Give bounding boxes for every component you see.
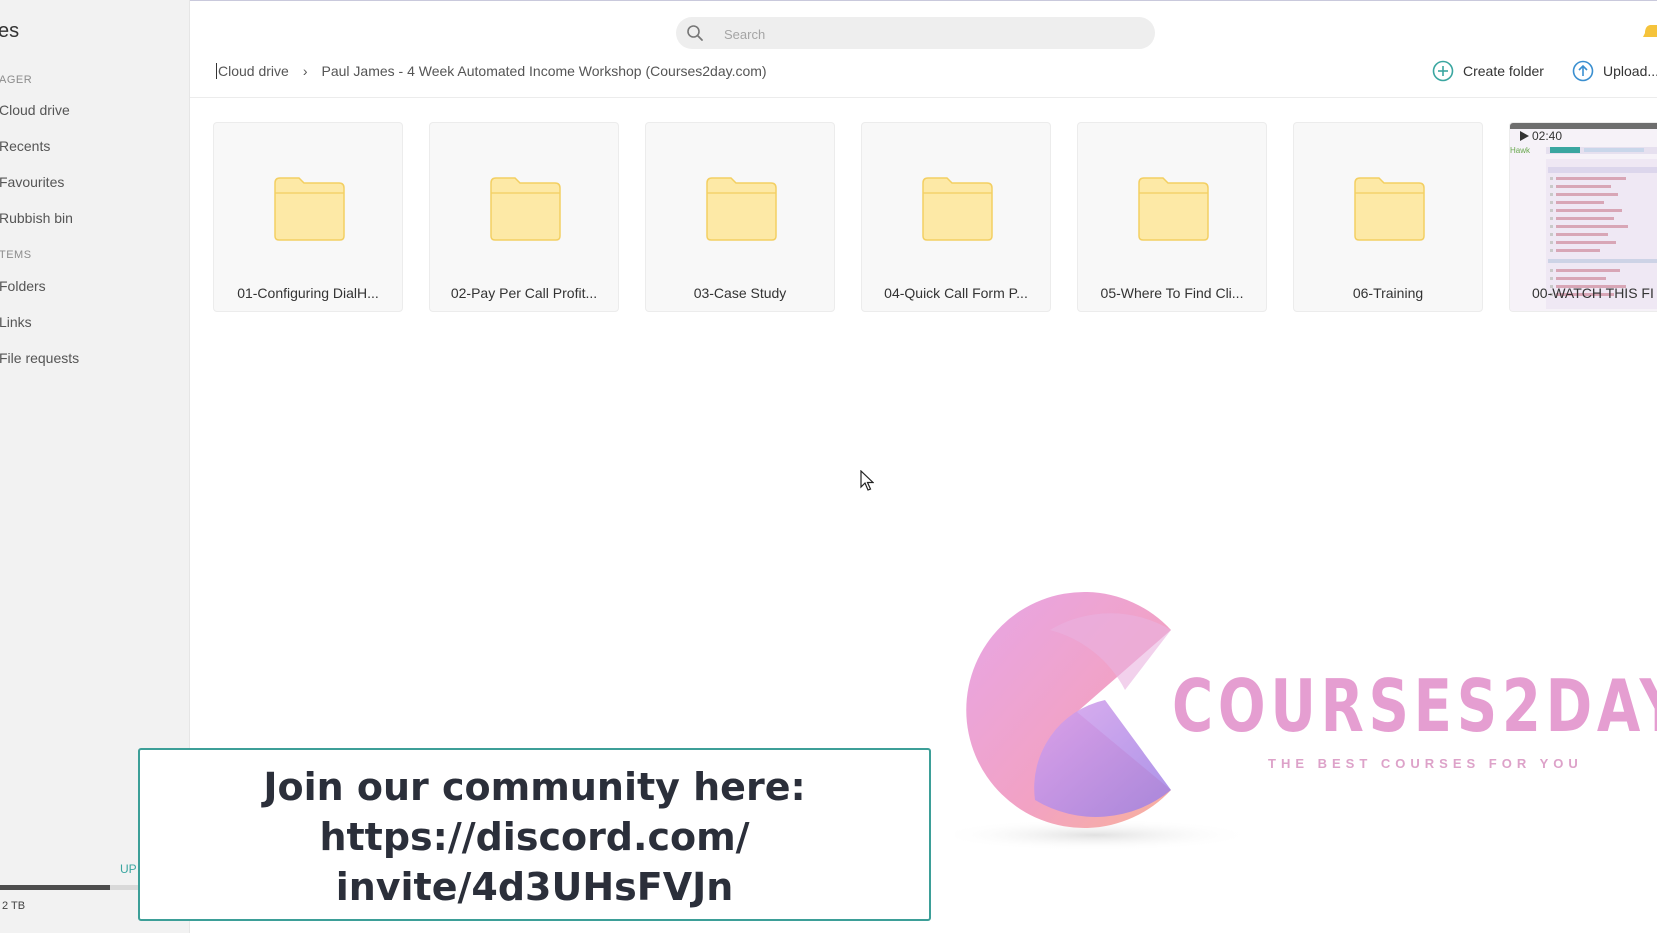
sidebar-section-items: TEMS bbox=[0, 249, 32, 261]
play-icon bbox=[1520, 131, 1529, 141]
sidebar-item-recents[interactable]: Recents bbox=[0, 138, 50, 154]
video-thumbnail: Hawk bbox=[1510, 123, 1657, 311]
banner-line-3: invite/4d3UHsFVJn bbox=[335, 865, 734, 909]
breadcrumb: Cloud drive › Paul James - 4 Week Automa… bbox=[216, 63, 767, 79]
folder-tile[interactable]: 02-Pay Per Call Profit... bbox=[429, 122, 619, 312]
search-input[interactable] bbox=[722, 23, 1126, 45]
breadcrumb-current[interactable]: Paul James - 4 Week Automated Income Wor… bbox=[322, 63, 767, 79]
watermark-tagline: THE BEST COURSES FOR YOU bbox=[1268, 756, 1583, 771]
chevron-right-icon: › bbox=[302, 63, 308, 79]
mouse-cursor-icon bbox=[860, 470, 874, 491]
community-banner: Join our community here: https://discord… bbox=[138, 748, 931, 921]
sidebar-item-favourites[interactable]: Favourites bbox=[0, 174, 64, 190]
folder-name: 05-Where To Find Cli... bbox=[1100, 285, 1244, 301]
sidebar-section-manager: AGER bbox=[0, 74, 33, 86]
sidebar-item-folders[interactable]: Folders bbox=[0, 278, 46, 294]
upgrade-button[interactable]: UP bbox=[120, 862, 137, 876]
notification-bell-icon[interactable] bbox=[1642, 22, 1657, 42]
upload-button[interactable]: Upload... bbox=[1572, 60, 1657, 82]
folder-tile[interactable]: 03-Case Study bbox=[645, 122, 835, 312]
banner-line-2: https://discord.com/ bbox=[319, 815, 750, 859]
search-icon bbox=[687, 25, 703, 41]
folder-tile[interactable]: 05-Where To Find Cli... bbox=[1077, 122, 1267, 312]
folder-icon bbox=[1138, 177, 1209, 241]
folder-tile[interactable]: 01-Configuring DialH... bbox=[213, 122, 403, 312]
banner-line-1: Join our community here: bbox=[263, 765, 806, 809]
folder-icon bbox=[922, 177, 993, 241]
video-tile[interactable]: Hawk 02:40 00-WATCH THIS FI bbox=[1509, 122, 1657, 312]
folder-name: 04-Quick Call Form P... bbox=[884, 285, 1028, 301]
video-name: 00-WATCH THIS FI bbox=[1532, 285, 1654, 301]
upload-icon bbox=[1572, 60, 1594, 82]
storage-bar-fill bbox=[0, 885, 110, 890]
video-duration-badge: 02:40 bbox=[1520, 129, 1562, 143]
watermark-brand: COURSES2DAY bbox=[1172, 664, 1657, 748]
folder-name: 02-Pay Per Call Profit... bbox=[450, 285, 598, 301]
folder-icon bbox=[274, 177, 345, 241]
upload-label: Upload... bbox=[1603, 63, 1657, 79]
folder-tile[interactable]: 06-Training bbox=[1293, 122, 1483, 312]
folder-name: 01-Configuring DialH... bbox=[237, 285, 379, 301]
video-duration: 02:40 bbox=[1532, 129, 1563, 143]
svg-text:Hawk: Hawk bbox=[1510, 146, 1531, 155]
breadcrumb-root[interactable]: Cloud drive bbox=[218, 63, 289, 79]
folder-icon bbox=[490, 177, 561, 241]
sidebar-item-rubbish-bin[interactable]: Rubbish bin bbox=[0, 210, 73, 226]
create-folder-button[interactable]: Create folder bbox=[1432, 60, 1544, 82]
header-divider bbox=[190, 97, 1657, 98]
storage-text: 2 TB bbox=[2, 900, 26, 912]
sidebar-item-file-requests[interactable]: File requests bbox=[0, 350, 79, 366]
folder-name: 03-Case Study bbox=[693, 285, 787, 301]
folder-tile[interactable]: 04-Quick Call Form P... bbox=[861, 122, 1051, 312]
folder-icon bbox=[1354, 177, 1425, 241]
folder-name: 06-Training bbox=[1352, 285, 1424, 301]
text-caret bbox=[216, 63, 217, 79]
sidebar-item-links[interactable]: Links bbox=[0, 314, 32, 330]
create-folder-label: Create folder bbox=[1463, 63, 1544, 79]
window-top-border bbox=[0, 0, 1657, 1]
sidebar-item-cloud-drive[interactable]: Cloud drive bbox=[0, 102, 70, 118]
folder-icon bbox=[706, 177, 777, 241]
sidebar-title: es bbox=[0, 20, 20, 42]
add-circle-icon bbox=[1432, 60, 1454, 82]
search-bar[interactable] bbox=[676, 17, 1155, 49]
